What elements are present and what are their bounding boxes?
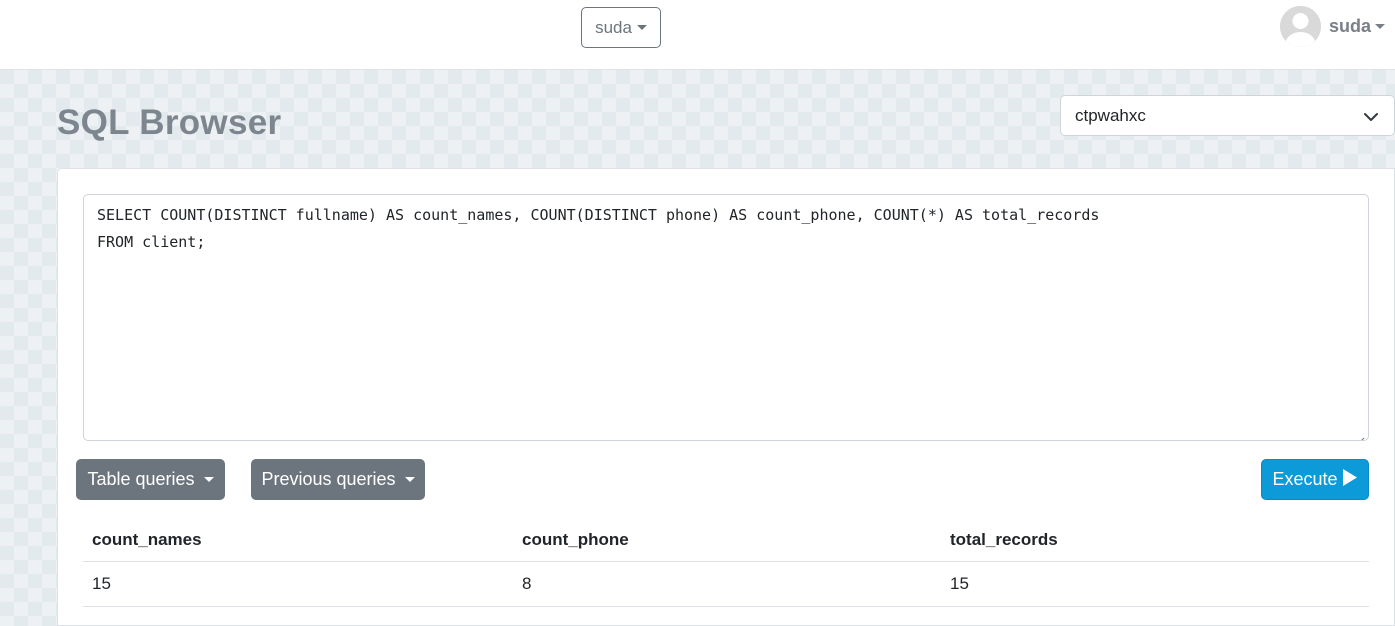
table-cell: 15 xyxy=(83,561,513,607)
resize-handle-icon[interactable] xyxy=(1356,428,1365,440)
execute-label: Execute xyxy=(1272,469,1338,489)
page-title: SQL Browser xyxy=(57,103,282,142)
previous-queries-label: Previous queries xyxy=(261,469,396,489)
sql-query-line: SELECT COUNT(DISTINCT fullname) AS count… xyxy=(97,206,1100,224)
user-menu[interactable]: suda xyxy=(1280,5,1386,47)
caret-down-icon xyxy=(203,477,214,482)
play-icon xyxy=(1342,468,1358,492)
table-queries-label: Table queries xyxy=(87,469,195,489)
table-cell: 15 xyxy=(941,561,1369,607)
caret-down-icon xyxy=(636,25,647,30)
top-navbar: suda suda xyxy=(0,0,1395,70)
table-cell: 8 xyxy=(513,561,941,607)
connection-select[interactable]: ctpwahxc xyxy=(1060,95,1395,136)
connection-select-value: ctpwahxc xyxy=(1075,105,1146,125)
chevron-down-icon xyxy=(1364,109,1378,129)
column-header: count_phone xyxy=(513,520,941,562)
table-header-row: count_names count_phone total_records xyxy=(83,520,1369,562)
caret-down-icon xyxy=(1375,23,1386,29)
execute-button[interactable]: Execute xyxy=(1261,459,1369,500)
sql-query-editor[interactable]: SELECT COUNT(DISTINCT fullname) AS count… xyxy=(83,194,1369,441)
table-queries-button[interactable]: Table queries xyxy=(76,459,225,500)
database-dropdown-label: suda xyxy=(595,17,632,37)
sql-query-line: FROM client; xyxy=(97,233,206,251)
column-header: total_records xyxy=(941,520,1369,562)
caret-down-icon xyxy=(404,477,415,482)
user-avatar-icon xyxy=(1280,5,1321,47)
table-row: 15 8 15 xyxy=(83,561,1369,607)
database-dropdown[interactable]: suda xyxy=(581,7,661,48)
user-name: suda xyxy=(1329,15,1372,36)
column-header: count_names xyxy=(83,520,513,562)
previous-queries-button[interactable]: Previous queries xyxy=(251,459,425,500)
results-table: count_names count_phone total_records 15… xyxy=(83,520,1369,607)
